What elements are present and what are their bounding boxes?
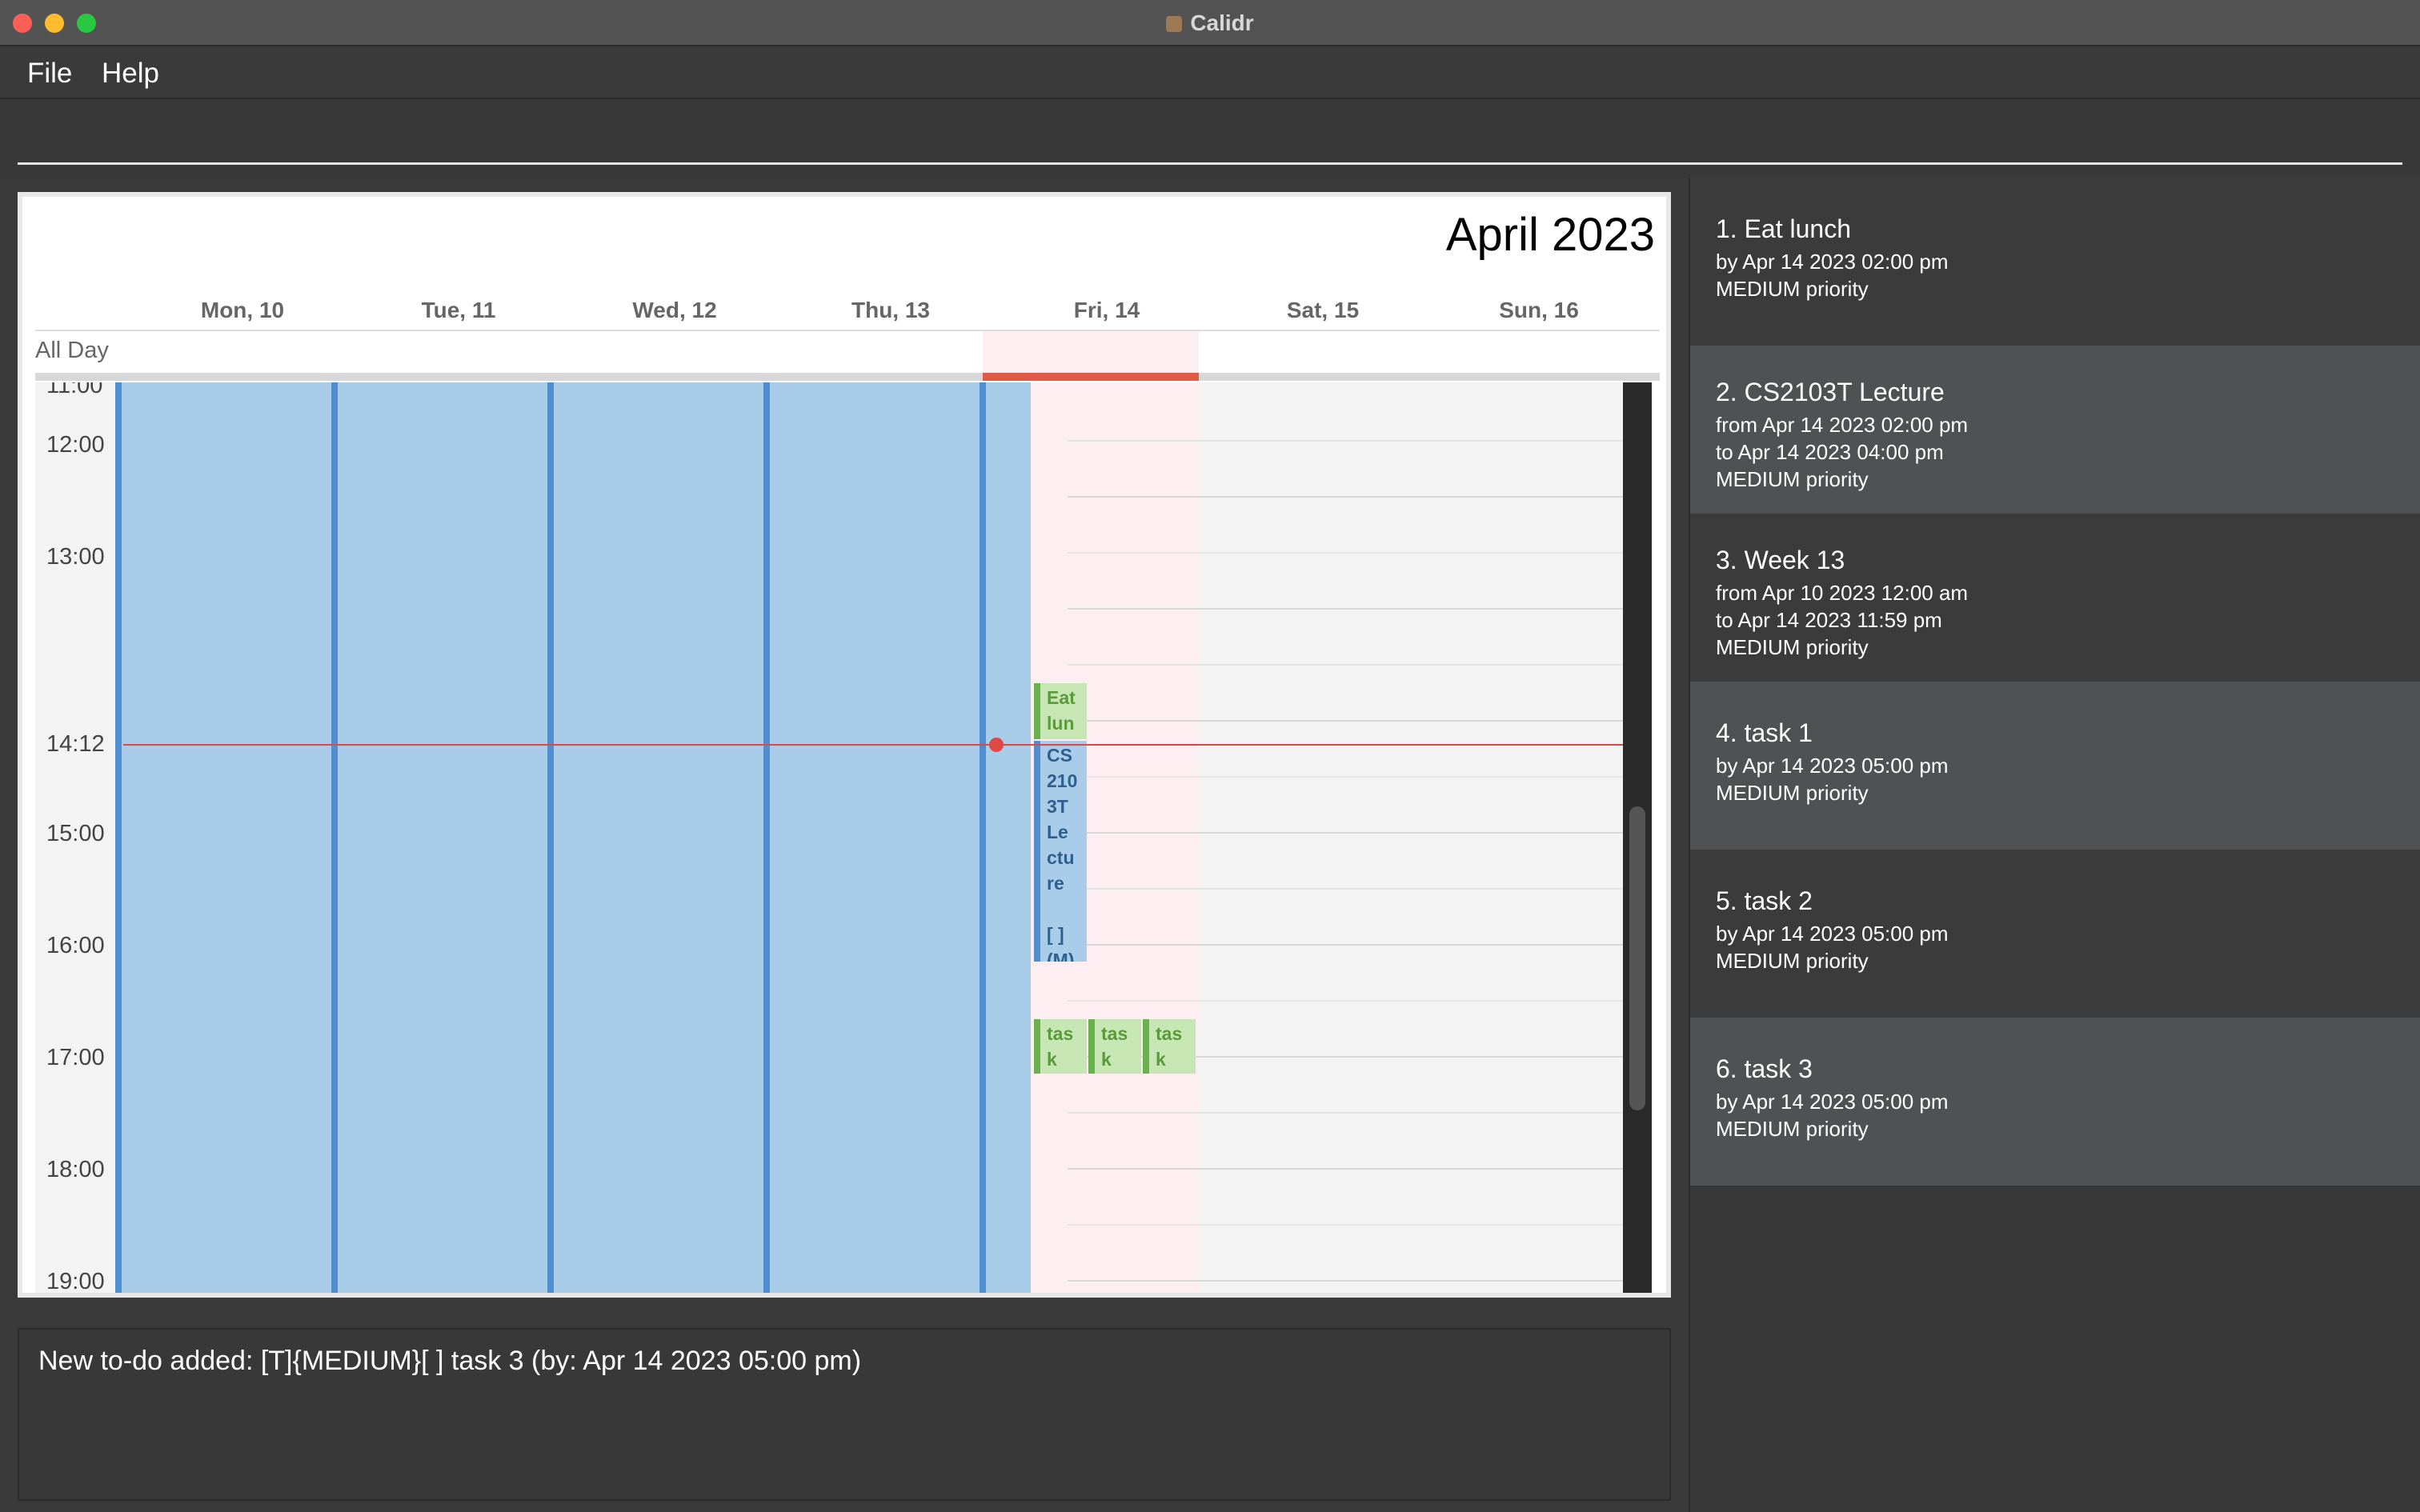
week13-event-tue[interactable] — [331, 382, 547, 1293]
window-title: Calidr — [0, 10, 2420, 36]
time-label: 19:00 — [46, 1269, 105, 1294]
task-priority: MEDIUM priority — [1716, 467, 1869, 491]
time-label: 16:00 — [46, 933, 105, 958]
grid-line — [1068, 1000, 1628, 1002]
event-task-label: tas k — [1101, 1023, 1128, 1070]
day-header-wed[interactable]: Wed, 12 — [567, 298, 783, 323]
grid-line — [1068, 440, 1628, 442]
day-header-mon[interactable]: Mon, 10 — [134, 298, 351, 323]
grid-line — [1068, 944, 1628, 946]
task-title: 6. task 3 — [1716, 1054, 1813, 1083]
time-label: 17:00 — [46, 1045, 105, 1070]
task-card[interactable]: 6. task 3 by Apr 14 2023 05:00 pm MEDIUM… — [1690, 1018, 2420, 1186]
grid-line — [1068, 720, 1628, 722]
grid-line — [1068, 1168, 1628, 1170]
task-priority: MEDIUM priority — [1716, 635, 1869, 659]
menu-help[interactable]: Help — [102, 58, 159, 90]
time-label: 12:00 — [46, 432, 105, 458]
task-title: 3. Week 13 — [1716, 546, 1845, 574]
calendar-view: April 2023 Mon, 10 Tue, 11 Wed, 12 Thu, … — [18, 192, 1671, 1298]
day-header-fri[interactable]: Fri, 14 — [999, 298, 1215, 323]
command-input[interactable] — [18, 101, 2402, 165]
task-priority: MEDIUM priority — [1716, 781, 1869, 805]
task-priority: MEDIUM priority — [1716, 277, 1869, 301]
task-title: 5. task 2 — [1716, 886, 1813, 915]
task-card[interactable]: 5. task 2 by Apr 14 2023 05:00 pm MEDIUM… — [1690, 850, 2420, 1018]
event-cs2103t-lecture[interactable]: CS 210 3T Le ctu re [ ] (M) — [1034, 741, 1087, 962]
task-detail: by Apr 14 2023 05:00 pm — [1716, 922, 1949, 946]
day-header-tue[interactable]: Tue, 11 — [351, 298, 567, 323]
task-title: 4. task 1 — [1716, 718, 1813, 747]
time-label: 15:00 — [46, 821, 105, 846]
task-priority: MEDIUM priority — [1716, 1117, 1869, 1141]
task-detail: by Apr 14 2023 05:00 pm — [1716, 1090, 1949, 1114]
result-display: New to-do added: [T]{MEDIUM}[ ] task 3 (… — [18, 1328, 1671, 1501]
month-title: April 2023 — [1445, 209, 1655, 261]
grid-line — [1068, 776, 1628, 778]
event-task-1[interactable]: tas k — [1034, 1019, 1087, 1074]
task-title: 2. CS2103T Lecture — [1716, 378, 1945, 406]
time-grid[interactable]: 11:00 12:00 13:00 14:12 15:00 16:00 17:0… — [35, 382, 1652, 1294]
event-eat-lunch[interactable]: Eat lun — [1034, 683, 1087, 739]
task-card[interactable]: 4. task 1 by Apr 14 2023 05:00 pm MEDIUM… — [1690, 682, 2420, 850]
window-title-text: Calidr — [1190, 10, 1254, 35]
menu-bar: File Help — [0, 48, 2420, 99]
grid-line — [1068, 832, 1628, 834]
current-time-label: 14:12 — [46, 731, 105, 757]
task-priority: MEDIUM priority — [1716, 949, 1869, 973]
grid-line — [1068, 608, 1628, 610]
allday-label: All Day — [35, 338, 109, 363]
grid-line — [1068, 496, 1628, 498]
header-divider — [35, 330, 1660, 331]
app-icon — [1166, 16, 1183, 32]
task-detail: by Apr 14 2023 02:00 pm — [1716, 250, 1949, 274]
week13-event-thu[interactable] — [763, 382, 980, 1293]
event-lecture-label: CS 210 3T Le ctu re — [1047, 745, 1078, 894]
current-time-dot — [989, 738, 1004, 752]
task-detail: to Apr 14 2023 04:00 pm — [1716, 440, 1944, 464]
task-detail: by Apr 14 2023 05:00 pm — [1716, 754, 1949, 778]
command-box — [0, 101, 2420, 178]
calendar-scroll-thumb[interactable] — [1629, 806, 1645, 1110]
task-detail: to Apr 14 2023 11:59 pm — [1716, 608, 1942, 632]
event-task-label: tas k — [1156, 1023, 1183, 1070]
task-card[interactable]: 2. CS2103T Lecture from Apr 14 2023 02:0… — [1690, 346, 2420, 514]
title-bar: Calidr — [0, 0, 2420, 46]
allday-separator — [35, 373, 1660, 381]
event-task-label: tas k — [1047, 1023, 1074, 1070]
task-detail: from Apr 14 2023 02:00 pm — [1716, 413, 1969, 437]
time-label: 18:00 — [46, 1157, 105, 1182]
event-task-3[interactable]: tas k — [1143, 1019, 1196, 1074]
time-label: 11:00 — [46, 382, 103, 398]
allday-today-highlight — [983, 331, 1199, 373]
day-header-sun[interactable]: Sun, 16 — [1431, 298, 1647, 323]
result-message: New to-do added: [T]{MEDIUM}[ ] task 3 (… — [38, 1346, 862, 1376]
grid-line — [1068, 1280, 1628, 1282]
week13-event-fri[interactable] — [980, 382, 1031, 1293]
task-list-panel[interactable]: 1. Eat lunch by Apr 14 2023 02:00 pm MED… — [1689, 178, 2420, 1512]
grid-line — [1068, 552, 1628, 554]
grid-line — [1068, 888, 1628, 890]
calendar-scrollbar[interactable] — [1623, 382, 1652, 1293]
current-time-line — [123, 744, 1652, 746]
sat-column[interactable] — [1199, 382, 1415, 1293]
today-indicator-bar — [983, 373, 1199, 381]
time-label: 13:00 — [46, 544, 105, 570]
task-title: 1. Eat lunch — [1716, 214, 1851, 243]
day-header-sat[interactable]: Sat, 15 — [1215, 298, 1431, 323]
sun-column[interactable] — [1415, 382, 1631, 1293]
grid-line — [1068, 1224, 1628, 1226]
week13-event-wed[interactable] — [547, 382, 763, 1293]
task-card[interactable]: 1. Eat lunch by Apr 14 2023 02:00 pm MED… — [1690, 178, 2420, 346]
grid-line — [1068, 664, 1628, 666]
event-eat-lunch-label: Eat lun — [1047, 687, 1076, 734]
event-lecture-tag: [ ] (M) — [1047, 924, 1075, 962]
week13-event-mon[interactable] — [115, 382, 331, 1293]
day-header-thu[interactable]: Thu, 13 — [783, 298, 999, 323]
grid-line — [1068, 1112, 1628, 1114]
event-task-2[interactable]: tas k — [1088, 1019, 1141, 1074]
task-detail: from Apr 10 2023 12:00 am — [1716, 581, 1969, 605]
menu-file[interactable]: File — [27, 58, 72, 90]
task-card[interactable]: 3. Week 13 from Apr 10 2023 12:00 am to … — [1690, 514, 2420, 682]
